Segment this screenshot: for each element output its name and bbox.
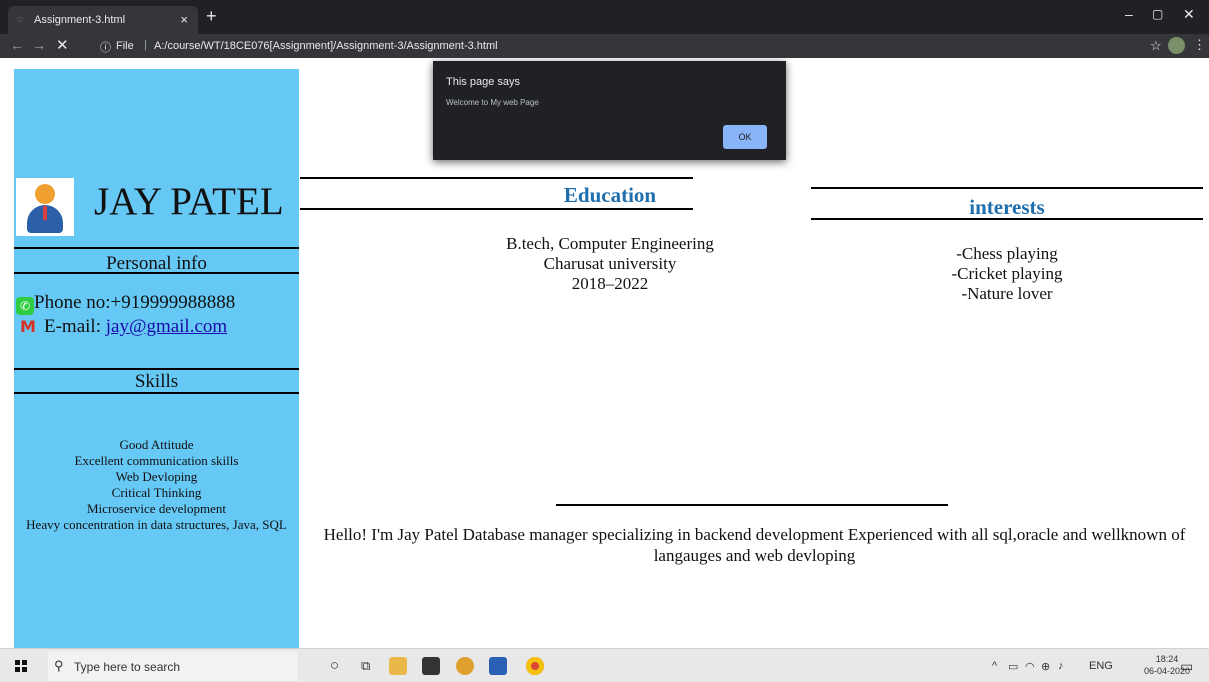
alert-dialog: This page says Welcome to My web Page OK	[433, 61, 786, 160]
battery-icon[interactable]: ▭	[1008, 660, 1018, 673]
avatar-icon	[16, 178, 74, 236]
tab-title: Assignment-3.html	[34, 14, 126, 26]
task-view-icon[interactable]: ⧉	[361, 658, 370, 674]
word-icon[interactable]	[489, 657, 507, 675]
phone-icon: ✆	[16, 297, 34, 315]
divider	[556, 504, 948, 506]
skill-item: Excellent communication skills	[74, 453, 239, 468]
email-label: E-mail:	[44, 316, 106, 337]
interest-item: -Nature lover	[961, 284, 1053, 303]
about-text: Hello! I'm Jay Patel Database manager sp…	[323, 525, 1186, 565]
divider	[811, 218, 1203, 220]
skills-heading: Skills	[134, 371, 179, 392]
chrome-canary-icon[interactable]	[456, 657, 474, 675]
skills-list: Good Attitude Excellent communication sk…	[14, 437, 299, 533]
store-icon[interactable]	[422, 657, 440, 675]
gmail-icon: M	[20, 317, 36, 336]
menu-icon[interactable]: ⋮	[1193, 37, 1206, 53]
url-text[interactable]: A:/course/WT/18CE076[Assignment]/Assignm…	[154, 40, 498, 52]
interests-list: -Chess playing -Cricket playing -Nature …	[811, 244, 1203, 304]
email-row: M E-mail: jay@gmail.com	[16, 316, 227, 338]
forward-icon[interactable]: →	[32, 37, 46, 53]
interest-item: -Cricket playing	[951, 264, 1063, 283]
chrome-icon[interactable]	[526, 657, 544, 675]
interests-heading: interests	[969, 195, 1045, 219]
maximize-icon[interactable]: ▢	[1152, 7, 1163, 21]
tab-close-icon[interactable]: ×	[180, 12, 188, 27]
interest-item: -Chess playing	[956, 244, 1058, 263]
cortana-icon[interactable]: ○	[330, 657, 339, 674]
skill-item: Good Attitude	[119, 437, 194, 452]
profile-icon[interactable]	[1168, 37, 1185, 54]
ok-button[interactable]: OK	[723, 125, 767, 149]
address-bar[interactable]: ⓘ File | A:/course/WT/18CE076[Assignment…	[92, 36, 1152, 56]
tab-favicon-icon: ◌	[17, 14, 23, 25]
profile-name: JAY PATEL	[94, 180, 284, 223]
windows-start-icon[interactable]	[15, 660, 27, 672]
back-icon[interactable]: ←	[10, 37, 24, 53]
file-explorer-icon[interactable]	[389, 657, 407, 675]
language-indicator[interactable]: ENG	[1089, 660, 1113, 672]
volume-icon[interactable]: ♪	[1058, 660, 1064, 672]
info-icon[interactable]: ⓘ	[100, 39, 111, 55]
show-hidden-icons-icon[interactable]: ^	[992, 660, 997, 672]
divider	[811, 187, 1203, 189]
taskbar-search-input[interactable]: ⚲ Type here to search	[48, 651, 298, 681]
divider	[300, 208, 693, 210]
phone-text: Phone no:+919999988888	[34, 292, 236, 313]
web-page: JAY PATEL Personal info ✆ Phone no:+91999…	[0, 58, 1209, 648]
minimize-icon[interactable]: –	[1125, 6, 1133, 22]
network-icon[interactable]: ⊕	[1041, 660, 1050, 673]
skill-item: Critical Thinking	[111, 485, 202, 500]
alert-title: This page says	[446, 76, 520, 88]
url-scheme: File	[116, 40, 134, 52]
star-icon[interactable]: ☆	[1150, 38, 1162, 54]
browser-toolbar: ← → ✕ ⓘ File | A:/course/WT/18CE076[Assi…	[0, 34, 1209, 58]
taskbar: ⚲ Type here to search ○ ⧉ ^ ▭ ◠ ⊕ ♪ ENG …	[0, 648, 1209, 682]
wifi-icon[interactable]: ◠	[1025, 660, 1035, 673]
alert-message: Welcome to My web Page	[446, 98, 539, 107]
divider	[14, 272, 299, 274]
divider	[14, 368, 299, 370]
divider	[14, 392, 299, 394]
skill-item: Heavy concentration in data structures, …	[26, 517, 287, 532]
browser-title-bar: ◌ Assignment-3.html × + – ▢ ✕	[0, 0, 1209, 34]
skill-item: Web Devloping	[115, 469, 198, 484]
stop-icon[interactable]: ✕	[56, 36, 69, 54]
divider	[300, 177, 693, 179]
browser-tab[interactable]: ◌ Assignment-3.html ×	[8, 6, 198, 34]
notifications-icon[interactable]: ▭	[1180, 658, 1193, 675]
url-separator: |	[144, 39, 147, 51]
search-icon: ⚲	[54, 658, 64, 673]
close-window-icon[interactable]: ✕	[1183, 6, 1195, 23]
email-link[interactable]: jay@gmail.com	[106, 316, 227, 337]
sidebar: JAY PATEL Personal info ✆ Phone no:+91999…	[14, 69, 299, 648]
skill-item: Microservice development	[87, 501, 226, 516]
divider	[14, 247, 299, 249]
new-tab-button[interactable]: +	[206, 7, 217, 25]
search-placeholder: Type here to search	[74, 660, 181, 674]
phone-row: ✆ Phone no:+919999988888	[16, 292, 235, 315]
